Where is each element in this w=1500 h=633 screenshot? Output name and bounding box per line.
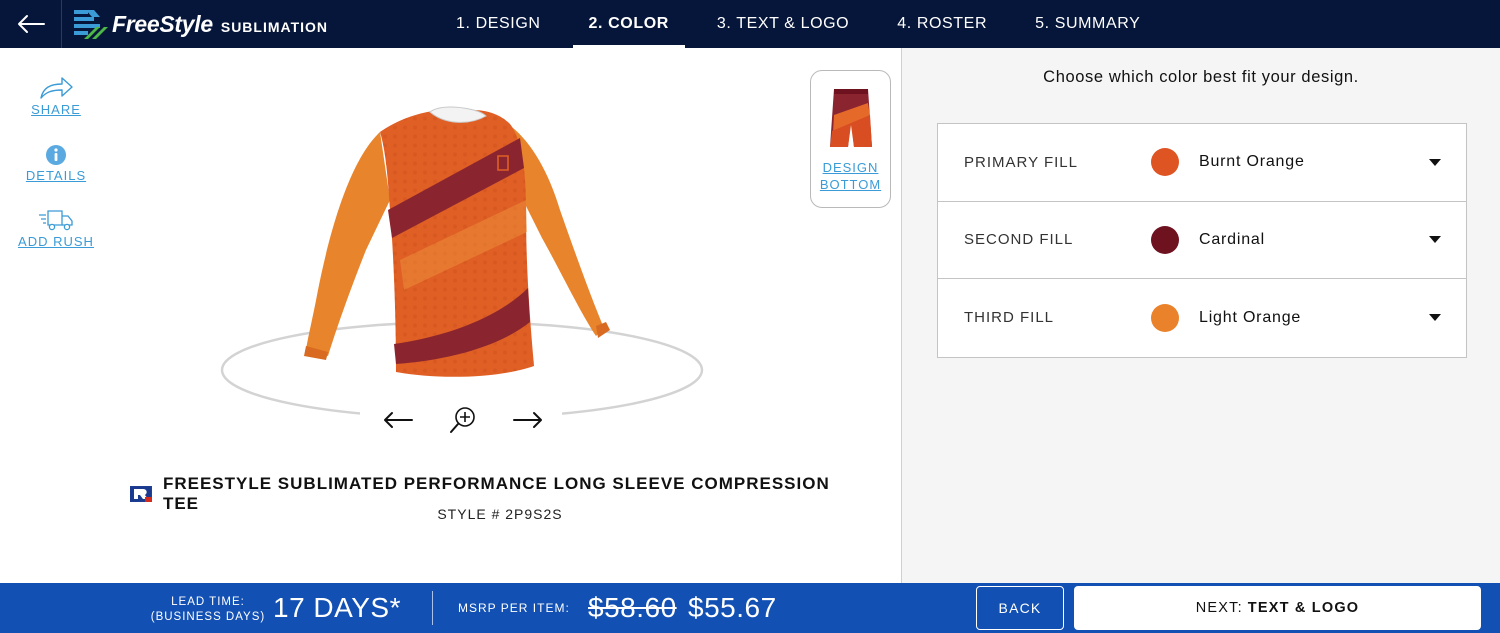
design-bottom-label-line2: BOTTOM [819,177,882,192]
chevron-down-icon [1429,236,1441,244]
details-button[interactable]: DETAILS [24,144,88,183]
panel-divider [901,48,902,583]
details-label: DETAILS [25,168,87,183]
original-price: $58.60 [588,592,677,623]
back-arrow-button[interactable] [0,0,62,48]
chevron-down-icon [1429,314,1441,322]
logo-mark-icon [74,10,108,39]
tab-text-logo[interactable]: 3. TEXT & LOGO [701,0,865,48]
viewer-controls [378,400,548,440]
tab-design[interactable]: 1. DESIGN [440,0,557,48]
fill-selector-list: PRIMARY FILL Burnt Orange SECOND FILL Ca… [937,123,1467,358]
next-text-logo-button[interactable]: NEXT: TEXT & LOGO [1074,586,1481,630]
rotate-right-button[interactable] [508,400,548,440]
tab-roster[interactable]: 4. ROSTER [881,0,1003,48]
zoom-in-icon [450,407,475,433]
chevron-down-icon [1429,158,1441,166]
third-fill-dropdown[interactable]: THIRD FILL Light Orange [938,279,1466,357]
zoom-in-button[interactable] [443,400,483,440]
arrow-right-icon [513,412,542,428]
design-bottom-button[interactable]: DESIGN BOTTOM [810,70,891,208]
truck-icon [39,210,73,231]
lead-time-label-line2: (BUSINESS DAYS) [150,611,266,623]
logo-subtext: SUBLIMATION [220,19,329,35]
freestyle-logo[interactable]: FreeStyle SUBLIMATION [74,6,328,42]
fill-value: Burnt Orange [1199,153,1305,171]
color-swatch [1151,225,1179,254]
logo-text: FreeStyle [112,10,213,37]
share-button[interactable]: SHARE [31,76,81,117]
lead-time-label-line1: LEAD TIME: [171,596,245,608]
arrow-left-icon [384,412,413,428]
color-swatch [1151,148,1179,177]
sale-price: $55.67 [688,592,777,623]
info-icon [46,145,66,165]
footer-divider [432,591,433,625]
fill-label: THIRD FILL [964,309,1055,327]
rotate-left-button[interactable] [378,400,418,440]
design-bottom-label-line1: DESIGN [822,160,879,175]
shirt-preview-image [220,106,704,426]
tab-summary[interactable]: 5. SUMMARY [1019,0,1156,48]
msrp-label: MSRP PER ITEM: [458,601,570,615]
shorts-thumbnail-image [829,89,872,147]
add-rush-label: ADD RUSH [18,234,94,249]
fill-label: PRIMARY FILL [964,153,1078,171]
next-label: TEXT & LOGO [1247,600,1360,616]
color-panel-heading: Choose which color best fit your design. [1043,68,1359,86]
top-navigation-bar: FreeStyle SUBLIMATION 1. DESIGN 2. COLOR… [0,0,1500,48]
lead-time-value: 17 DAYS* [273,592,401,623]
share-label: SHARE [31,102,81,117]
russell-brand-icon [130,486,152,502]
color-swatch [1151,303,1179,332]
primary-fill-dropdown[interactable]: PRIMARY FILL Burnt Orange [938,124,1466,202]
fill-value: Cardinal [1199,230,1265,248]
share-arrow-icon [40,77,73,99]
design-bottom-label: DESIGN BOTTOM [820,159,881,193]
add-rush-button[interactable]: ADD RUSH [15,208,97,249]
fill-label: SECOND FILL [964,231,1074,249]
arrow-left-icon [17,15,45,33]
second-fill-dropdown[interactable]: SECOND FILL Cardinal [938,202,1466,279]
fill-value: Light Orange [1199,308,1302,326]
style-number: STYLE # 2P9S2S [437,506,563,522]
bottom-action-bar: LEAD TIME: (BUSINESS DAYS) 17 DAYS* MSRP… [0,583,1500,633]
step-tabs: 1. DESIGN 2. COLOR 3. TEXT & LOGO 4. ROS… [440,0,1172,48]
next-prefix: NEXT: [1195,600,1243,616]
product-3d-viewer[interactable] [200,60,720,440]
lead-time-label: LEAD TIME: (BUSINESS DAYS) [150,595,266,625]
tab-color[interactable]: 2. COLOR [572,0,686,48]
back-button[interactable]: BACK [976,586,1064,630]
